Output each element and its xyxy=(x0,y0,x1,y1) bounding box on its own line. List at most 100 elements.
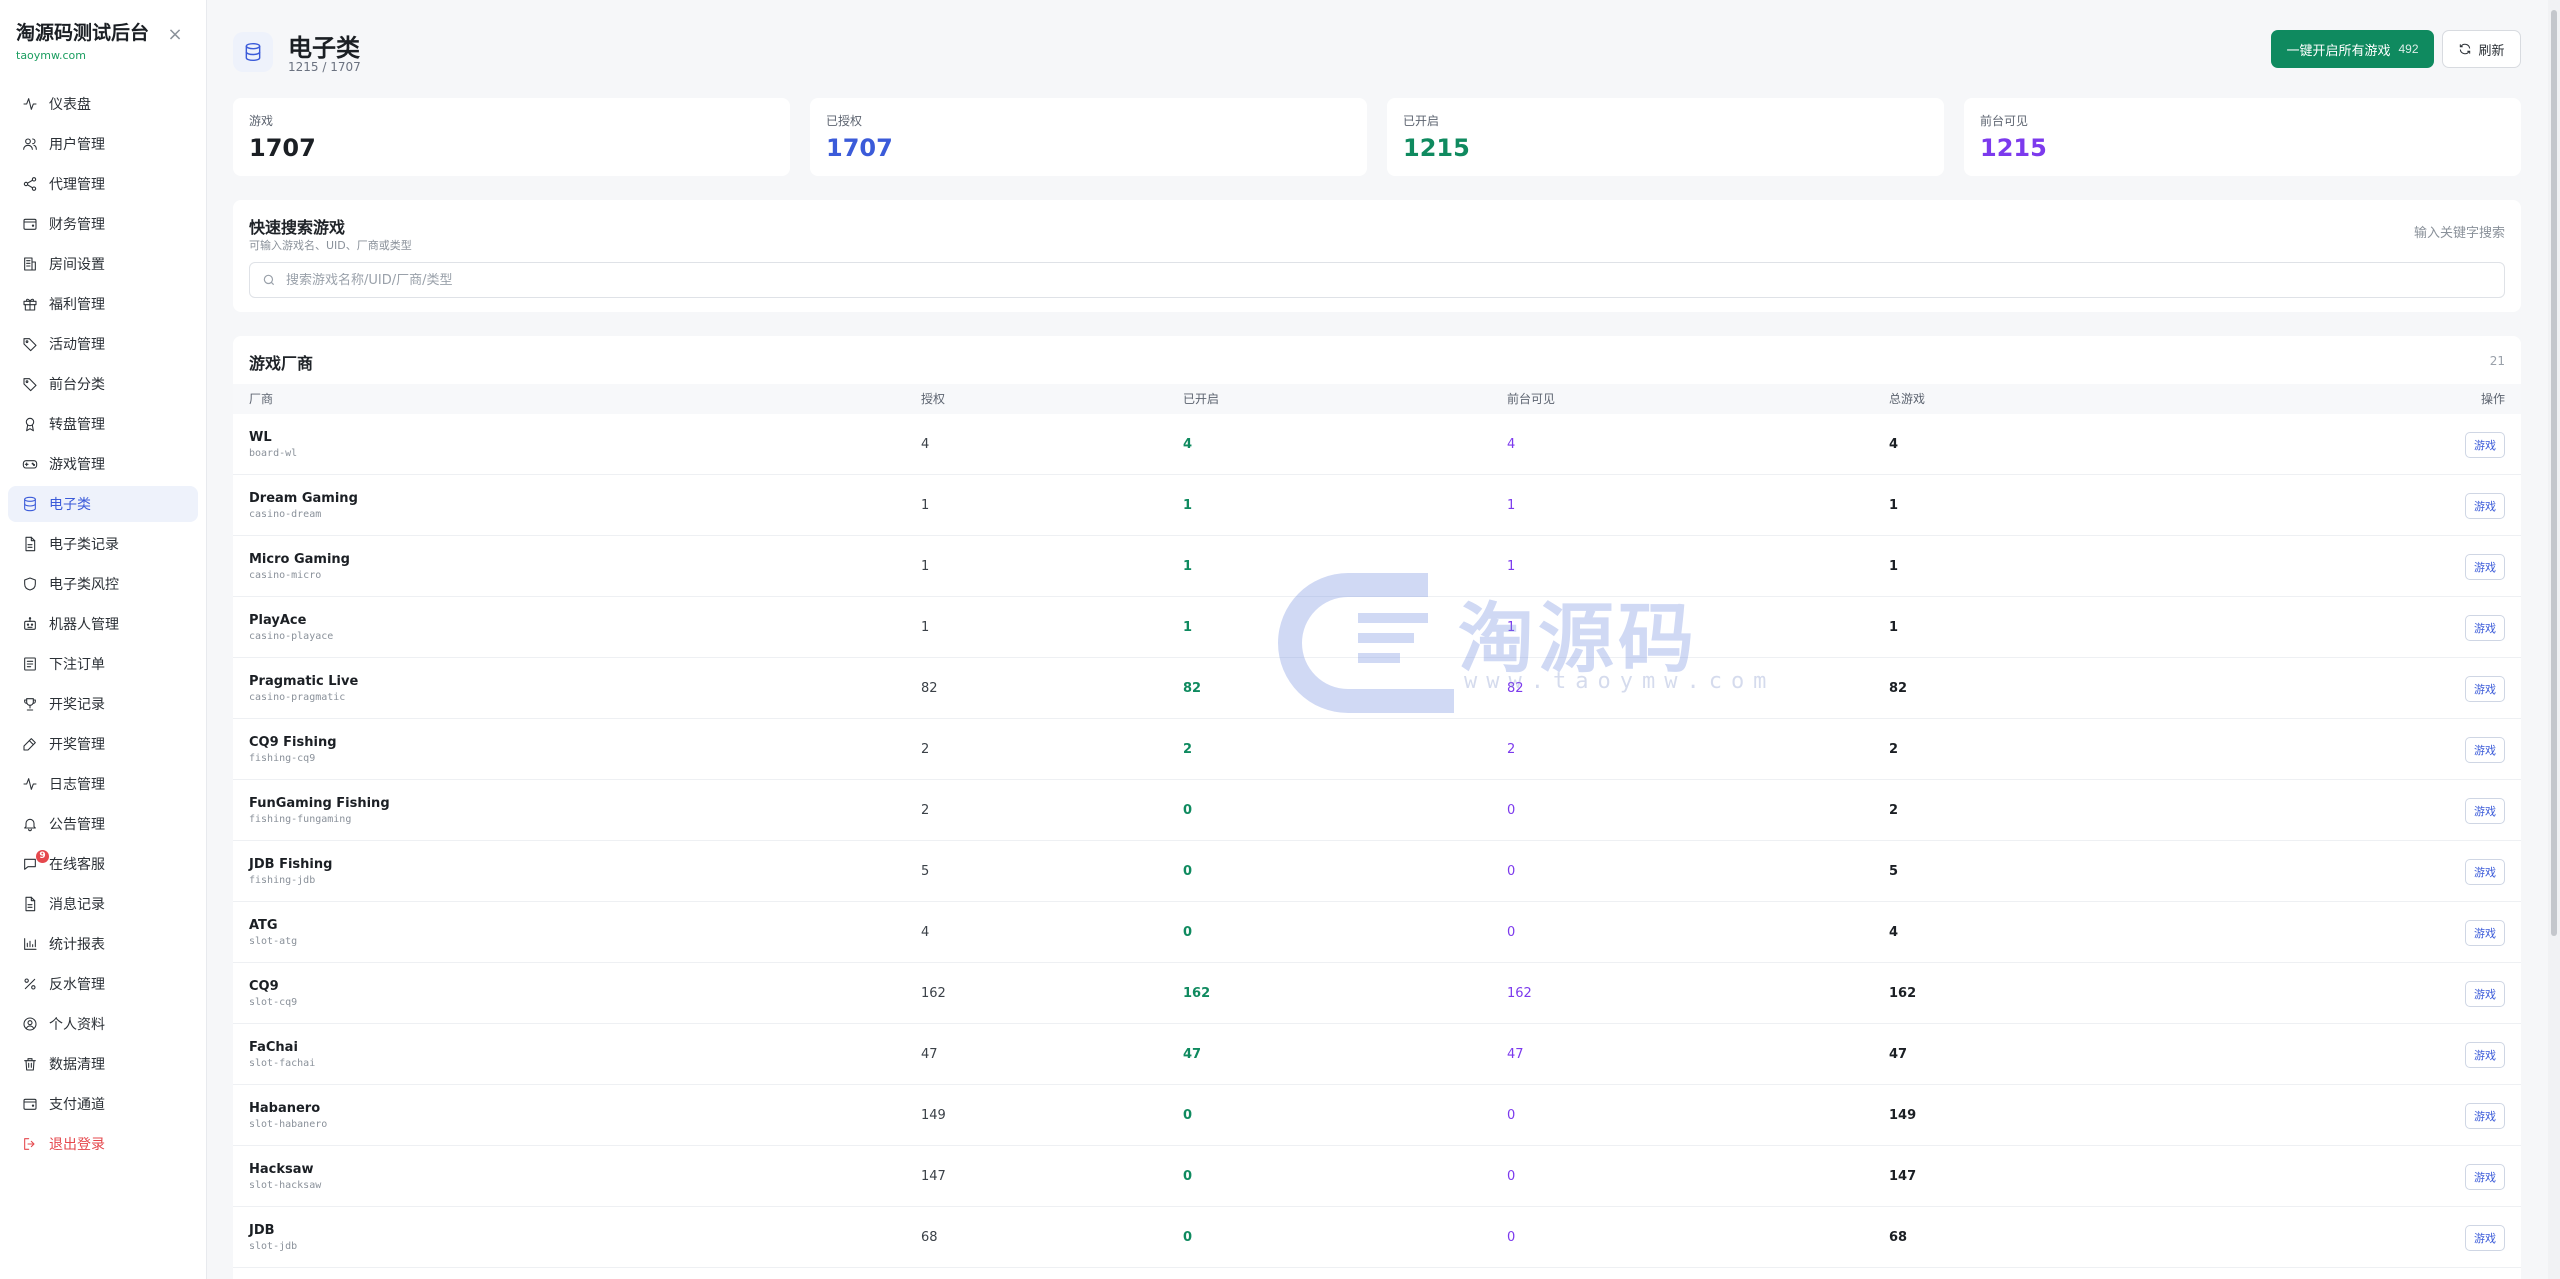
gamepad-icon xyxy=(21,455,39,473)
sidebar-item-label: 下注订单 xyxy=(49,657,105,673)
table-row: WL board-wl 4 4 4 4 游戏 xyxy=(233,414,2521,475)
view-games-button[interactable]: 游戏 xyxy=(2465,919,2505,946)
page-scrollbar[interactable] xyxy=(2548,0,2560,1279)
file-icon xyxy=(21,535,39,553)
vendor-name: Micro Gaming xyxy=(249,552,350,567)
table-row: JDB slot-jdb 68 0 0 68 游戏 xyxy=(233,1207,2521,1268)
column-header-enabled: 已开启 xyxy=(1183,392,1220,406)
authorized-count: 1 xyxy=(921,559,930,574)
vendor-name: Pragmatic Live xyxy=(249,674,359,689)
sidebar-item-label: 开奖记录 xyxy=(49,697,105,713)
view-games-button[interactable]: 游戏 xyxy=(2465,1041,2505,1068)
sidebar-item-label: 反水管理 xyxy=(49,977,105,993)
vendor-code: slot-fachai xyxy=(249,1058,316,1069)
sidebar-item-finance[interactable]: 财务管理 xyxy=(8,206,198,242)
page-title: 电子类 xyxy=(288,34,360,62)
view-games-button[interactable]: 游戏 xyxy=(2465,553,2505,580)
sidebar-item-label: 退出登录 xyxy=(49,1137,105,1153)
stat-label: 已开启 xyxy=(1403,114,1440,128)
sidebar-item-games[interactable]: 游戏管理 xyxy=(8,446,198,482)
sidebar-item-draws[interactable]: 开奖记录 xyxy=(8,686,198,722)
sidebar-item-front-category[interactable]: 前台分类 xyxy=(8,366,198,402)
sidebar-item-label: 房间设置 xyxy=(49,257,105,273)
sidebar-item-cleanup[interactable]: 数据清理 xyxy=(8,1046,198,1082)
sidebar-item-activity[interactable]: 活动管理 xyxy=(8,326,198,362)
view-games-button[interactable]: 游戏 xyxy=(2465,1102,2505,1129)
total-count: 2 xyxy=(1889,742,1899,757)
sidebar-item-label: 开奖管理 xyxy=(49,737,105,753)
table-row: Pragmatic Live casino-pragmatic 82 82 82 82 游戏 xyxy=(233,658,2521,719)
stat-label: 已授权 xyxy=(826,114,863,128)
sidebar-item-logout[interactable]: 退出登录 xyxy=(8,1126,198,1162)
total-count: 1 xyxy=(1889,498,1899,513)
view-games-button[interactable]: 游戏 xyxy=(2465,675,2505,702)
view-games-button[interactable]: 游戏 xyxy=(2465,431,2505,458)
sidebar-item-wheel[interactable]: 转盘管理 xyxy=(8,406,198,442)
stat-value: 1215 xyxy=(1980,134,2047,162)
trash-icon xyxy=(21,1055,39,1073)
enable-all-games-button[interactable]: 一键开启所有游戏 492 xyxy=(2271,30,2434,68)
view-games-button[interactable]: 游戏 xyxy=(2465,858,2505,885)
vendor-cell: Dream Gaming casino-dream xyxy=(249,475,358,536)
sidebar-item-electronic-records[interactable]: 电子类记录 xyxy=(8,526,198,562)
sidebar-item-support[interactable]: 在线客服 9 xyxy=(8,846,198,882)
sidebar-item-electronic-risk[interactable]: 电子类风控 xyxy=(8,566,198,602)
sidebar-item-welfare[interactable]: 福利管理 xyxy=(8,286,198,322)
total-count: 162 xyxy=(1889,986,1917,1001)
wallet-icon xyxy=(21,215,39,233)
enabled-count: 0 xyxy=(1183,1230,1193,1245)
sidebar-item-label: 活动管理 xyxy=(49,337,105,353)
sidebar-item-robots[interactable]: 机器人管理 xyxy=(8,606,198,642)
sidebar-item-logs[interactable]: 日志管理 xyxy=(8,766,198,802)
stat-value: 1707 xyxy=(826,134,893,162)
search-card: 快速搜索游戏 可输入游戏名、UID、厂商或类型 输入关键字搜索 xyxy=(233,200,2521,312)
sidebar-item-draw-manage[interactable]: 开奖管理 xyxy=(8,726,198,762)
view-games-button[interactable]: 游戏 xyxy=(2465,1224,2505,1251)
sidebar-item-payment[interactable]: 支付通道 xyxy=(8,1086,198,1122)
users-icon xyxy=(21,135,39,153)
total-count: 1 xyxy=(1889,620,1899,635)
sidebar-item-users[interactable]: 用户管理 xyxy=(8,126,198,162)
enabled-count: 2 xyxy=(1183,742,1193,757)
activity-icon xyxy=(21,95,39,113)
close-sidebar-icon[interactable]: × xyxy=(166,26,184,44)
search-hint: 输入关键字搜索 xyxy=(2413,226,2505,241)
authorized-count: 68 xyxy=(921,1230,938,1245)
authorized-count: 47 xyxy=(921,1047,938,1062)
authorized-count: 1 xyxy=(921,498,930,513)
sidebar-item-rebate[interactable]: 反水管理 xyxy=(8,966,198,1002)
sidebar-item-label: 游戏管理 xyxy=(49,457,105,473)
visible-count: 0 xyxy=(1507,1108,1516,1123)
view-games-button[interactable]: 游戏 xyxy=(2465,614,2505,641)
search-input[interactable] xyxy=(286,272,2504,288)
view-games-button[interactable]: 游戏 xyxy=(2465,736,2505,763)
scrollbar-thumb[interactable] xyxy=(2551,10,2557,936)
sidebar-item-label: 统计报表 xyxy=(49,937,105,953)
sidebar-item-agents[interactable]: 代理管理 xyxy=(8,166,198,202)
vendor-cell: FunGaming Fishing fishing-fungaming xyxy=(249,780,390,841)
sidebar-item-orders[interactable]: 下注订单 xyxy=(8,646,198,682)
refresh-label: 刷新 xyxy=(2478,42,2505,58)
sidebar-item-label: 电子类 xyxy=(49,497,91,513)
database-icon xyxy=(21,495,39,513)
vendor-code: fishing-jdb xyxy=(249,875,316,886)
sidebar-item-label: 数据清理 xyxy=(49,1057,105,1073)
view-games-button[interactable]: 游戏 xyxy=(2465,492,2505,519)
visible-count: 47 xyxy=(1507,1047,1524,1062)
vendor-code: fishing-fungaming xyxy=(249,814,352,825)
view-games-button[interactable]: 游戏 xyxy=(2465,980,2505,1007)
sidebar-item-rooms[interactable]: 房间设置 xyxy=(8,246,198,282)
sidebar-item-profile[interactable]: 个人资料 xyxy=(8,1006,198,1042)
vendor-code: casino-micro xyxy=(249,570,322,581)
view-games-button[interactable]: 游戏 xyxy=(2465,797,2505,824)
refresh-button[interactable]: 刷新 xyxy=(2442,30,2521,68)
sidebar-item-messages[interactable]: 消息记录 xyxy=(8,886,198,922)
sidebar-item-notices[interactable]: 公告管理 xyxy=(8,806,198,842)
sidebar-item-dashboard[interactable]: 仪表盘 xyxy=(8,86,198,122)
view-games-button[interactable]: 游戏 xyxy=(2465,1163,2505,1190)
sidebar-item-electronic[interactable]: 电子类 xyxy=(8,486,198,522)
sidebar-item-label: 电子类记录 xyxy=(49,537,119,553)
sidebar-nav: 仪表盘用户管理代理管理财务管理房间设置福利管理活动管理前台分类转盘管理游戏管理电… xyxy=(8,86,198,1166)
authorized-count: 4 xyxy=(921,925,930,940)
sidebar-item-reports[interactable]: 统计报表 xyxy=(8,926,198,962)
